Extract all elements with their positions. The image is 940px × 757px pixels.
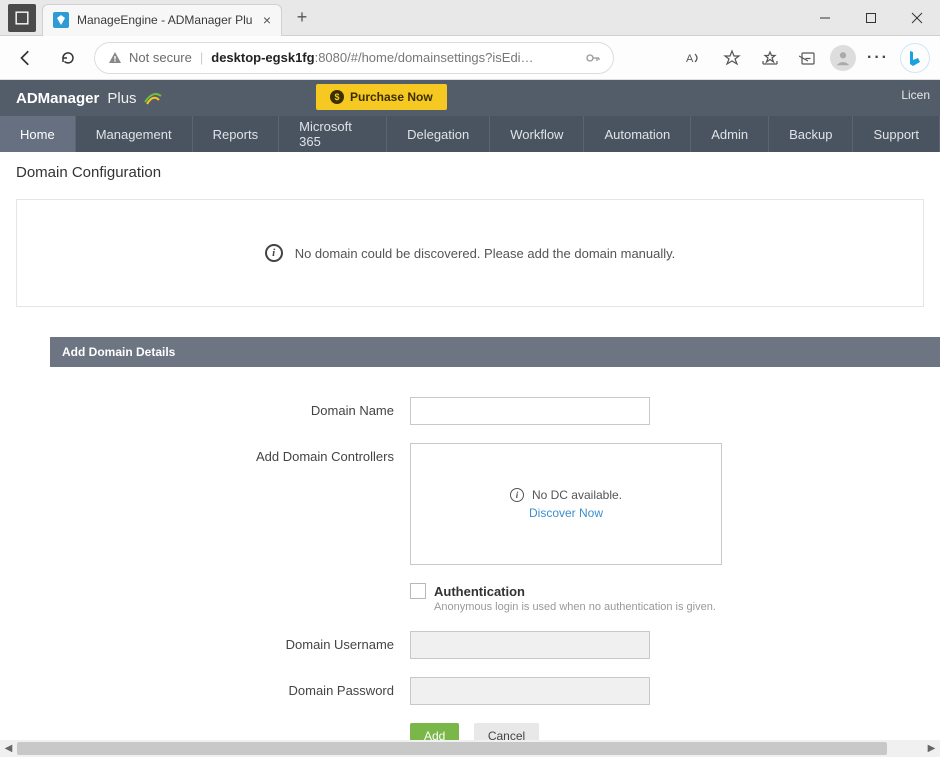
- license-link[interactable]: Licen: [901, 88, 930, 102]
- nav-home[interactable]: Home: [0, 116, 76, 152]
- row-username: Domain Username: [50, 631, 940, 659]
- row-add-dc: Add Domain Controllers i No DC available…: [50, 443, 940, 565]
- info-icon: i: [510, 488, 524, 502]
- info-icon: i: [265, 244, 283, 262]
- label-password: Domain Password: [50, 677, 410, 698]
- cancel-button[interactable]: Cancel: [474, 723, 539, 740]
- profile-avatar[interactable]: [830, 45, 856, 71]
- purchase-now-button[interactable]: $ Purchase Now: [316, 84, 447, 110]
- tab-close-icon[interactable]: ×: [263, 12, 271, 28]
- new-tab-button[interactable]: +: [288, 4, 316, 32]
- window-controls: [802, 0, 940, 36]
- page-title: Domain Configuration: [0, 164, 940, 191]
- authentication-hint: Anonymous login is used when no authenti…: [434, 601, 716, 613]
- discovery-alert: i No domain could be discovered. Please …: [16, 199, 924, 307]
- app-header: ADManager Plus $ Purchase Now Licen: [0, 80, 940, 116]
- row-buttons: Add Cancel: [50, 723, 940, 740]
- browser-tab[interactable]: ManageEngine - ADManager Plu ×: [42, 4, 282, 36]
- nav-workflow[interactable]: Workflow: [490, 116, 584, 152]
- discover-now-link[interactable]: Discover Now: [529, 506, 603, 520]
- alert-message: No domain could be discovered. Please ad…: [295, 246, 676, 261]
- favorites-button[interactable]: [716, 42, 748, 74]
- url-text: desktop-egsk1fg:8080/#/home/domainsettin…: [211, 50, 577, 65]
- label-domain-name: Domain Name: [50, 397, 410, 418]
- refresh-button[interactable]: [52, 42, 84, 74]
- warning-icon: [107, 50, 123, 66]
- domain-name-input[interactable]: [410, 397, 650, 425]
- no-dc-label: No DC available.: [532, 488, 622, 502]
- row-authentication: Authentication Anonymous login is used w…: [50, 583, 940, 613]
- window-maximize-button[interactable]: [848, 0, 894, 36]
- domain-password-input[interactable]: [410, 677, 650, 705]
- add-button[interactable]: Add: [410, 723, 459, 740]
- tab-well: ManageEngine - ADManager Plu × +: [0, 0, 316, 35]
- label-username: Domain Username: [50, 631, 410, 652]
- nav-management[interactable]: Management: [76, 116, 193, 152]
- panel-body: Domain Name Add Domain Controllers i No …: [50, 367, 940, 740]
- dollar-icon: $: [330, 90, 344, 104]
- nav-support[interactable]: Support: [853, 116, 940, 152]
- nav-microsoft365[interactable]: Microsoft 365: [279, 116, 387, 152]
- domain-username-input[interactable]: [410, 631, 650, 659]
- tab-title: ManageEngine - ADManager Plu: [77, 13, 255, 27]
- label-empty: [50, 583, 410, 589]
- window-minimize-button[interactable]: [802, 0, 848, 36]
- address-separator: |: [200, 50, 203, 65]
- password-key-icon[interactable]: [585, 50, 601, 66]
- security-label: Not secure: [129, 50, 192, 65]
- panel-title: Add Domain Details: [50, 337, 940, 367]
- scroll-right-icon[interactable]: ▶: [923, 740, 940, 757]
- tab-actions-icon[interactable]: [8, 4, 36, 32]
- favorites-bar-button[interactable]: [754, 42, 786, 74]
- nav-admin[interactable]: Admin: [691, 116, 769, 152]
- scroll-track[interactable]: [17, 740, 923, 757]
- app-viewport: ADManager Plus $ Purchase Now Licen Home…: [0, 80, 940, 740]
- window-close-button[interactable]: [894, 0, 940, 36]
- collections-button[interactable]: [792, 42, 824, 74]
- row-password: Domain Password: [50, 677, 940, 705]
- row-domain-name: Domain Name: [50, 397, 940, 425]
- logo-swirl-icon: [143, 88, 163, 108]
- bing-chat-icon[interactable]: [900, 43, 930, 73]
- label-add-dc: Add Domain Controllers: [50, 443, 410, 464]
- browser-toolbar: Not secure | desktop-egsk1fg:8080/#/home…: [0, 36, 940, 80]
- read-aloud-button[interactable]: A: [678, 42, 710, 74]
- dc-list-box: i No DC available. Discover Now: [410, 443, 722, 565]
- nav-backup[interactable]: Backup: [769, 116, 853, 152]
- page-body: Domain Configuration i No domain could b…: [0, 152, 940, 740]
- horizontal-scrollbar[interactable]: ◀ ▶: [0, 740, 940, 757]
- purchase-label: Purchase Now: [350, 90, 433, 104]
- app-nav: Home Management Reports Microsoft 365 De…: [0, 116, 940, 152]
- nav-delegation[interactable]: Delegation: [387, 116, 490, 152]
- logo-plus-text: Plus: [107, 90, 136, 107]
- svg-text:A: A: [686, 53, 694, 65]
- app-logo[interactable]: ADManager Plus: [16, 88, 163, 108]
- back-button[interactable]: [10, 42, 42, 74]
- nav-automation[interactable]: Automation: [584, 116, 691, 152]
- security-indicator[interactable]: Not secure: [107, 50, 192, 66]
- nav-reports[interactable]: Reports: [193, 116, 280, 152]
- window-titlebar: ManageEngine - ADManager Plu × +: [0, 0, 940, 36]
- more-options-button[interactable]: ···: [862, 42, 894, 74]
- authentication-label: Authentication: [434, 584, 525, 599]
- favicon-icon: [53, 12, 69, 28]
- authentication-checkbox[interactable]: [410, 583, 426, 599]
- add-domain-panel: Add Domain Details Domain Name Add Domai…: [50, 337, 940, 740]
- logo-text: ADManager: [16, 90, 99, 107]
- scroll-thumb[interactable]: [17, 742, 887, 755]
- scroll-left-icon[interactable]: ◀: [0, 740, 17, 757]
- address-bar[interactable]: Not secure | desktop-egsk1fg:8080/#/home…: [94, 42, 614, 74]
